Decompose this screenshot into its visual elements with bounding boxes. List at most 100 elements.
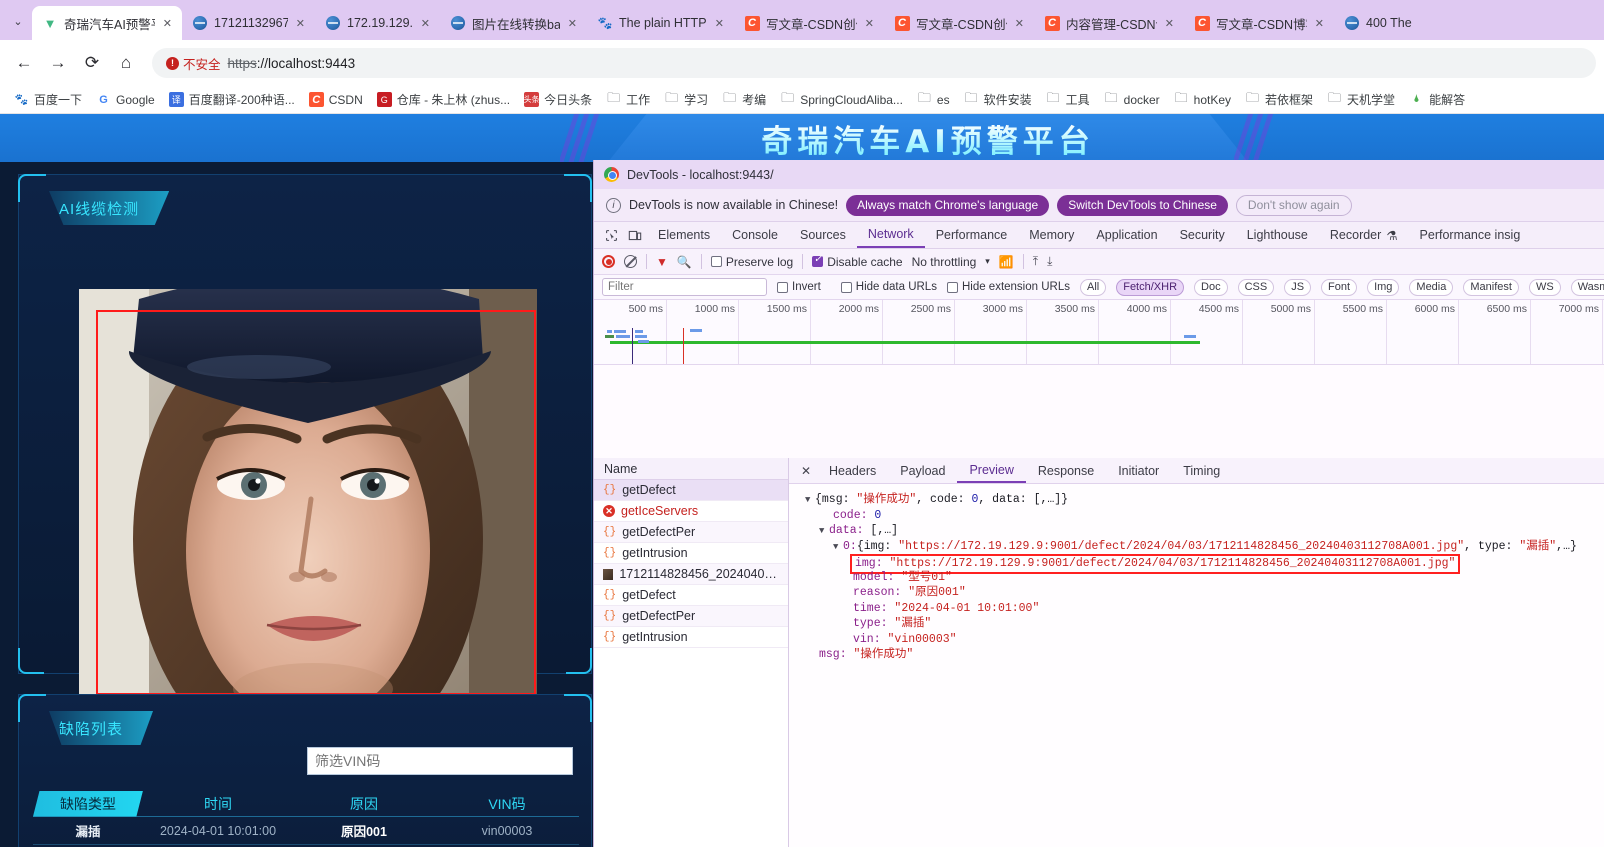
tab-close-icon[interactable]: ✕ (419, 17, 432, 30)
home-button[interactable]: ⌂ (110, 47, 142, 79)
tab-performance-insights[interactable]: Performance insig (1409, 222, 1532, 248)
import-har-icon[interactable]: ⤒ (1033, 254, 1038, 269)
tab-sources[interactable]: Sources (789, 222, 857, 248)
bookmark-fanyi[interactable]: 译 百度翻译-200种语... (163, 89, 301, 110)
detail-tab-payload[interactable]: Payload (888, 458, 957, 483)
filter-icon[interactable]: ▼ (656, 255, 668, 269)
requests-column-header[interactable]: Name (594, 458, 788, 480)
bookmark-folder-software[interactable]: 🗀 软件安装 (958, 89, 1038, 110)
hide-data-urls-checkbox[interactable]: Hide data URLs (840, 281, 937, 293)
chevron-down-icon[interactable]: ▼ (819, 524, 829, 540)
bookmark-folder-springcloud[interactable]: 🗀 SpringCloudAliba... (774, 90, 909, 109)
tab-performance[interactable]: Performance (925, 222, 1019, 248)
request-row-getdefectper-2[interactable]: {} getDefectPer (594, 606, 788, 627)
bookmark-folder-work[interactable]: 🗀 工作 (600, 89, 656, 110)
filter-input[interactable] (602, 278, 767, 296)
tab-elements[interactable]: Elements (647, 222, 721, 248)
disable-cache-checkbox[interactable]: Disable cache (812, 254, 903, 269)
browser-tab-9[interactable]: 400 The (1334, 6, 1424, 40)
bookmark-gitee[interactable]: G 仓库 - 朱上林 (zhus... (371, 89, 516, 110)
resource-type-media[interactable]: Media (1409, 278, 1454, 296)
export-har-icon[interactable]: ⤓ (1047, 254, 1052, 269)
chevron-down-icon[interactable]: ▼ (805, 493, 815, 509)
vin-filter-input[interactable] (307, 747, 573, 775)
request-row-getintrusion-1[interactable]: {} getIntrusion (594, 543, 788, 564)
address-bar[interactable]: ! 不安全 https://localhost:9443 (152, 48, 1596, 78)
chevron-down-icon[interactable]: ▼ (833, 540, 843, 556)
browser-tab-4[interactable]: 🐾 The plain HTTP r ✕ (587, 6, 734, 40)
tab-recorder[interactable]: Recorder ⚗ (1319, 222, 1409, 248)
request-row-geticeservers[interactable]: ✕ getIceServers (594, 501, 788, 522)
always-match-language-button[interactable]: Always match Chrome's language (846, 194, 1050, 216)
resource-type-css[interactable]: CSS (1237, 278, 1275, 296)
bookmark-folder-docker[interactable]: 🗀 docker (1098, 90, 1166, 109)
detail-tab-timing[interactable]: Timing (1171, 458, 1232, 483)
request-row-getdefect-1[interactable]: {} getDefect (594, 480, 788, 501)
reload-button[interactable]: ⟳ (76, 47, 108, 79)
network-conditions-icon[interactable]: 📶 (999, 255, 1014, 269)
tab-close-icon[interactable]: ✕ (1163, 17, 1176, 30)
tab-close-icon[interactable]: ✕ (566, 17, 579, 30)
bookmark-csdn[interactable]: C CSDN (303, 90, 369, 109)
browser-tab-1[interactable]: 1712113296749_ ✕ (182, 6, 315, 40)
bookmark-toutiao[interactable]: 头条 今日头条 (518, 89, 598, 110)
back-button[interactable]: ← (8, 47, 40, 79)
resource-type-fetch-xhr[interactable]: Fetch/XHR (1116, 278, 1185, 296)
tab-security[interactable]: Security (1169, 222, 1236, 248)
detection-image[interactable] (79, 289, 537, 712)
browser-tab-2[interactable]: 172.19.129.9 ✕ (315, 6, 440, 40)
bookmark-nengjieda[interactable]: 🌢 能解答 (1403, 89, 1471, 110)
network-overview-timeline[interactable]: 500 ms 1000 ms 1500 ms 2000 ms 2500 ms 3… (594, 300, 1604, 365)
browser-tab-5[interactable]: C 写文章-CSDN创作 ✕ (734, 6, 884, 40)
tab-close-icon[interactable]: ✕ (713, 17, 726, 30)
request-row-getintrusion-2[interactable]: {} getIntrusion (594, 627, 788, 648)
search-icon[interactable]: 🔍 (677, 255, 692, 269)
detail-tab-response[interactable]: Response (1026, 458, 1106, 483)
bookmark-folder-study[interactable]: 🗀 学习 (658, 89, 714, 110)
tab-lighthouse[interactable]: Lighthouse (1236, 222, 1319, 248)
record-button[interactable] (602, 255, 615, 268)
forward-button[interactable]: → (42, 47, 74, 79)
tab-close-icon[interactable]: ✕ (1313, 17, 1326, 30)
tab-application[interactable]: Application (1085, 222, 1168, 248)
request-row-image[interactable]: 1712114828456_202404031... (594, 564, 788, 585)
switch-devtools-chinese-button[interactable]: Switch DevTools to Chinese (1057, 194, 1228, 216)
security-badge[interactable]: ! 不安全 (166, 54, 221, 73)
browser-tab-6[interactable]: C 写文章-CSDN创作 ✕ (884, 6, 1034, 40)
bookmark-google[interactable]: G Google (90, 90, 161, 109)
resource-type-manifest[interactable]: Manifest (1463, 278, 1519, 296)
device-toolbar-icon[interactable] (623, 224, 647, 246)
tab-network[interactable]: Network (856, 222, 925, 248)
browser-tab-8[interactable]: C 写文章-CSDN博客 ✕ (1184, 6, 1334, 40)
detail-tab-preview[interactable]: Preview (957, 458, 1026, 483)
bookmark-folder-hotkey[interactable]: 🗀 hotKey (1168, 90, 1237, 109)
browser-tab-3[interactable]: 图片在线转换base ✕ (440, 6, 587, 40)
tab-close-icon[interactable]: ✕ (294, 17, 307, 30)
resource-type-wasm[interactable]: Wasm (1570, 278, 1604, 296)
tab-memory[interactable]: Memory (1018, 222, 1085, 248)
tab-search-button[interactable]: ⌄ (4, 7, 32, 35)
resource-type-ws[interactable]: WS (1528, 278, 1561, 296)
hide-extension-urls-checkbox[interactable]: Hide extension URLs (946, 281, 1070, 293)
browser-tab-0[interactable]: ▼ 奇瑞汽车AI预警平台 ✕ (32, 6, 182, 40)
table-row[interactable]: 漏插 2024-04-01 10:01:00 原因001 vin00003 (33, 817, 579, 845)
close-icon[interactable]: ✕ (795, 464, 817, 478)
bookmark-folder-tools[interactable]: 🗀 工具 (1040, 89, 1096, 110)
tab-close-icon[interactable]: ✕ (161, 17, 174, 30)
bookmark-baidu[interactable]: 🐾 百度一下 (8, 89, 88, 110)
bookmark-folder-es[interactable]: 🗀 es (911, 90, 956, 109)
json-root-line[interactable]: ▼ {msg: "操作成功", code: 0, data: [,…]} (797, 492, 1604, 508)
tab-close-icon[interactable]: ✕ (1013, 17, 1026, 30)
detail-tab-initiator[interactable]: Initiator (1106, 458, 1171, 483)
bookmark-folder-kaobian[interactable]: 🗀 考编 (716, 89, 772, 110)
resource-type-js[interactable]: JS (1284, 278, 1312, 296)
request-row-getdefect-2[interactable]: {} getDefect (594, 585, 788, 606)
detail-tab-headers[interactable]: Headers (817, 458, 888, 483)
browser-tab-7[interactable]: C 内容管理-CSDN创 ✕ (1034, 6, 1184, 40)
preserve-log-checkbox[interactable]: Preserve log (710, 255, 793, 269)
json-data-line[interactable]: ▼ data: [,…] (797, 523, 1604, 539)
resource-type-img[interactable]: Img (1367, 278, 1400, 296)
bookmark-folder-tianji[interactable]: 🗀 天机学堂 (1321, 89, 1401, 110)
clear-button[interactable] (624, 255, 637, 268)
bookmark-folder-ruoyi[interactable]: 🗀 若依框架 (1239, 89, 1319, 110)
